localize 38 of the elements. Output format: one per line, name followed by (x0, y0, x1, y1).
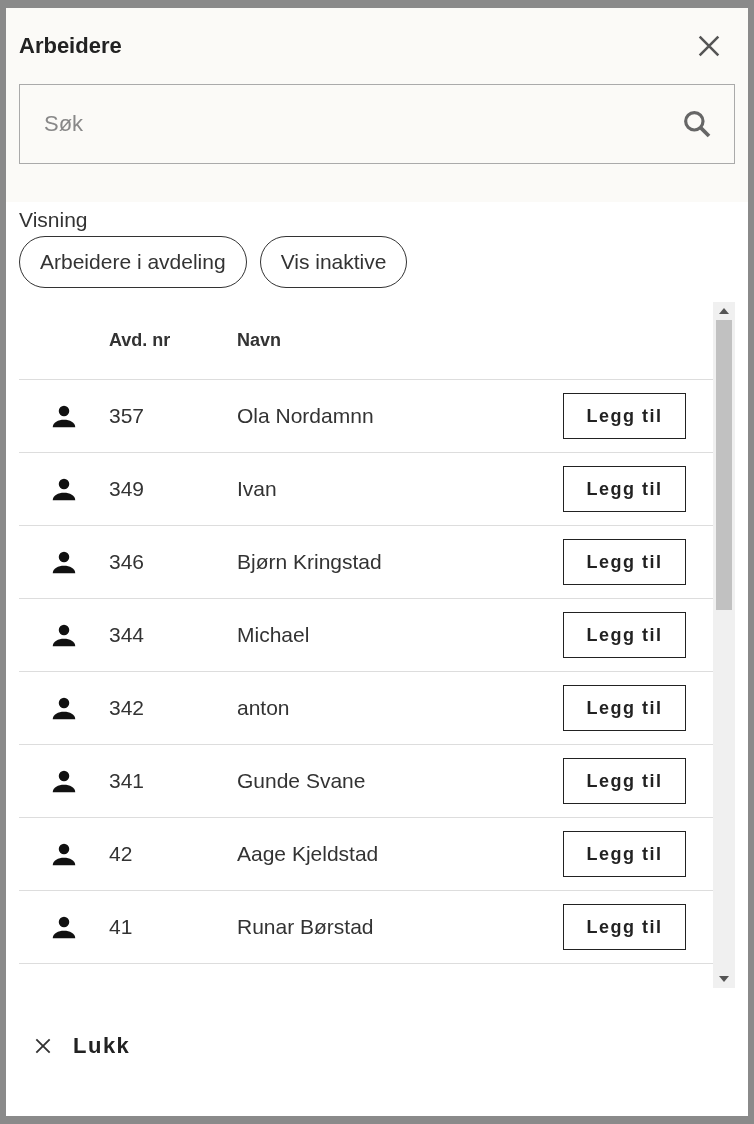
table-cell-text: Ivan (237, 477, 278, 501)
add-button[interactable]: Legg til (563, 758, 686, 804)
table-cell-text: anton (237, 696, 291, 720)
add-button[interactable]: Legg til (563, 393, 686, 439)
scrollbar[interactable] (713, 302, 735, 988)
table-cell-text: 346 (109, 550, 146, 574)
table-cell-text: 341 (109, 769, 146, 793)
table-cell-text: Runar Børstad (237, 915, 375, 939)
column-header: Navn (237, 330, 282, 351)
table-cell-text: Michael (237, 623, 311, 647)
search-icon[interactable] (681, 108, 713, 140)
column-header: Avd. nr (109, 330, 172, 351)
table-cell-text: 342 (109, 696, 146, 720)
add-button[interactable]: Legg til (563, 904, 686, 950)
search-field[interactable]: Søk (19, 84, 735, 164)
add-button[interactable]: Legg til (563, 612, 686, 658)
table-cell-text: 42 (109, 842, 134, 866)
close-icon (33, 1036, 53, 1056)
table-cell-text: Aage Kjeldstad (237, 842, 380, 866)
filter-chip[interactable]: Arbeidere i avdeling (19, 236, 247, 288)
table-cell-text: Ola Nordamnn (237, 404, 375, 428)
scroll-down-icon[interactable] (719, 976, 729, 982)
dialog-title: Arbeidere (19, 33, 122, 59)
scrollbar-thumb[interactable] (716, 320, 732, 610)
add-button[interactable]: Legg til (563, 466, 686, 512)
table-cell-text: 349 (109, 477, 146, 501)
table-cell-text: 41 (109, 915, 134, 939)
table-cell-text: 357 (109, 404, 146, 428)
add-button[interactable]: Legg til (563, 685, 686, 731)
add-button[interactable]: Legg til (563, 539, 686, 585)
filter-chip[interactable]: Vis inaktive (259, 236, 408, 288)
view-label: Visning (19, 208, 88, 232)
table-cell-text: Gunde Svane (237, 769, 367, 793)
table-cell-text: 344 (109, 623, 146, 647)
table-cell-text: Bjørn Kringstad (237, 550, 383, 574)
add-button[interactable]: Legg til (563, 831, 686, 877)
scroll-up-icon[interactable] (719, 308, 729, 314)
close-button[interactable]: Lukk (19, 1023, 145, 1069)
